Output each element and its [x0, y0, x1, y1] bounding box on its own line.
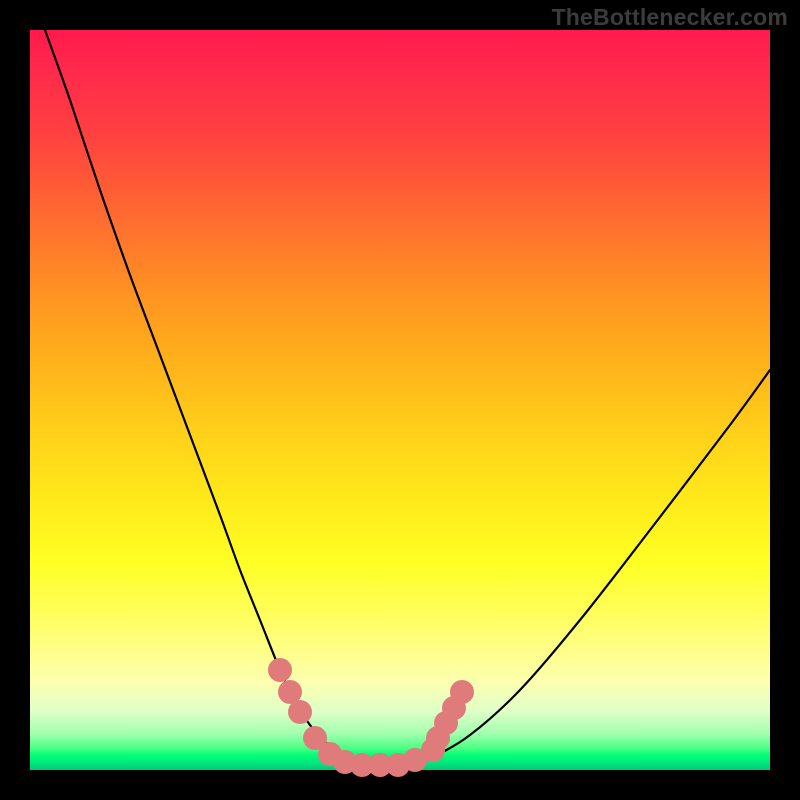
- bottleneck-curve: [45, 30, 770, 768]
- highlight-markers: [268, 658, 474, 777]
- highlight-dot: [450, 680, 474, 704]
- curve-svg: [30, 30, 770, 770]
- chart-frame: TheBottlenecker.com: [0, 0, 800, 800]
- highlight-dot: [268, 658, 292, 682]
- plot-area: [30, 30, 770, 770]
- highlight-dot: [288, 700, 312, 724]
- watermark-label: TheBottlenecker.com: [552, 4, 788, 31]
